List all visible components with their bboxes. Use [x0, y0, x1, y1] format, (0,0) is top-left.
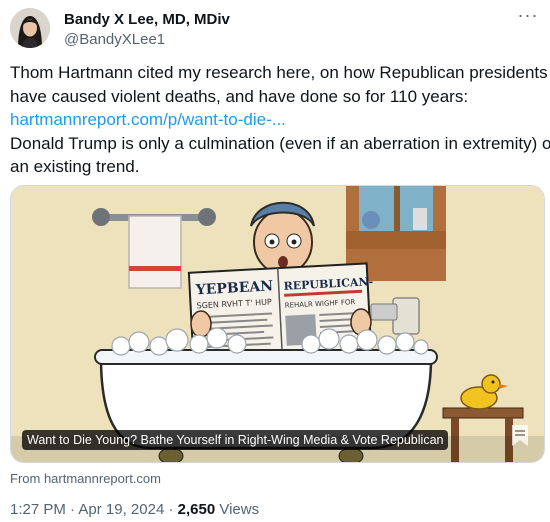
tweet-text-line: Donald Trump is only a culmination (even… — [10, 133, 550, 153]
tweet-header: Bandy X Lee, MD, MDiv @BandyXLee1 ··· — [10, 6, 540, 48]
tweet-text: Thom Hartmann cited my research here, on… — [10, 61, 550, 179]
card-source[interactable]: From hartmannreport.com — [10, 471, 161, 486]
tweet-time[interactable]: 1:27 PM — [10, 501, 66, 518]
views-label: Views — [219, 501, 260, 518]
tweet-link[interactable]: hartmannreport.com/p/want-to-die-... — [10, 108, 545, 132]
card-illustration: YEPBEAN SGEN RVHT T' HUP REPUBLICAN- REH… — [11, 186, 544, 462]
tweet-text-line: Thom Hartmann cited my research here, on… — [10, 63, 548, 82]
tweet-text-line: an existing trend. — [10, 157, 140, 176]
card-caption[interactable]: Want to Die Young? Bathe Yourself in Rig… — [22, 430, 449, 450]
link-preview-card[interactable]: YEPBEAN SGEN RVHT T' HUP REPUBLICAN- REH… — [10, 185, 545, 463]
views-count: 2,650 — [177, 501, 216, 518]
meta-separator: · — [70, 501, 76, 518]
tweet-date[interactable]: Apr 19, 2024 — [78, 501, 164, 518]
tweet-text-line: have caused violent deaths, and have don… — [10, 86, 469, 106]
avatar[interactable] — [10, 8, 50, 48]
more-horizontal-icon[interactable]: ··· — [516, 6, 540, 28]
tweet-meta: 1:27 PM · Apr 19, 2024 · 2,650 Views — [10, 501, 259, 518]
meta-separator: · — [168, 501, 174, 518]
author-display-name[interactable]: Bandy X Lee, MD, MDiv — [64, 11, 230, 28]
bookmark-icon — [512, 425, 528, 446]
author-handle[interactable]: @BandyXLee1 — [64, 31, 165, 48]
